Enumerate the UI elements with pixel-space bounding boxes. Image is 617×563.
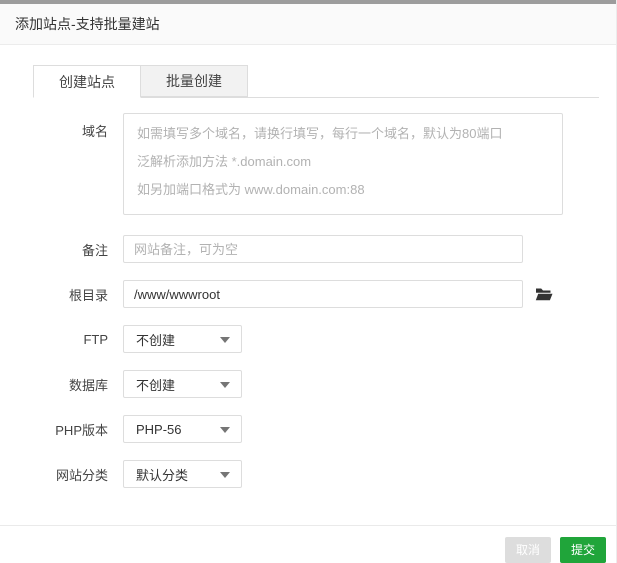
ftp-select[interactable]: 不创建	[123, 325, 242, 353]
root-directory-input[interactable]	[123, 280, 523, 308]
dialog-title-bar: 添加站点-支持批量建站	[0, 4, 616, 45]
dialog-footer: 取消 提交	[0, 525, 616, 563]
chevron-down-icon	[220, 382, 230, 388]
domain-row: 域名	[0, 113, 616, 215]
domain-label: 域名	[81, 124, 108, 139]
submit-button[interactable]: 提交	[559, 537, 606, 563]
tab-batch-create[interactable]: 批量创建	[141, 65, 248, 97]
folder-icon[interactable]	[535, 287, 553, 301]
ftp-row: FTP 不创建	[0, 325, 616, 353]
dialog-title: 添加站点-支持批量建站	[15, 16, 160, 32]
database-select-value: 不创建	[136, 377, 176, 393]
remark-input[interactable]	[123, 235, 523, 263]
ftp-label: FTP	[83, 331, 108, 347]
php-version-select-value: PHP-56	[136, 421, 182, 437]
remark-row: 备注	[0, 235, 616, 263]
remark-label: 备注	[81, 242, 108, 258]
php-version-select[interactable]: PHP-56	[123, 415, 242, 443]
chevron-down-icon	[220, 472, 230, 478]
domain-textarea[interactable]	[123, 113, 563, 215]
chevron-down-icon	[220, 427, 230, 433]
site-category-label: 网站分类	[55, 467, 108, 483]
add-site-form: 域名 备注 根目录 FTP 不创建	[0, 113, 616, 488]
root-directory-label: 根目录	[68, 287, 108, 303]
site-category-row: 网站分类 默认分类	[0, 460, 616, 488]
database-row: 数据库 不创建	[0, 370, 616, 398]
database-label: 数据库	[68, 377, 108, 393]
site-category-select[interactable]: 默认分类	[123, 460, 242, 488]
tab-create-site[interactable]: 创建站点	[33, 65, 141, 98]
cancel-button[interactable]: 取消	[504, 537, 551, 563]
root-directory-row: 根目录	[0, 280, 616, 308]
site-category-select-value: 默认分类	[136, 467, 189, 483]
tab-bar: 创建站点 批量创建	[33, 65, 599, 98]
php-version-row: PHP版本 PHP-56	[0, 415, 616, 443]
database-select[interactable]: 不创建	[123, 370, 242, 398]
chevron-down-icon	[220, 337, 230, 343]
php-version-label: PHP版本	[55, 422, 108, 438]
ftp-select-value: 不创建	[136, 332, 176, 348]
